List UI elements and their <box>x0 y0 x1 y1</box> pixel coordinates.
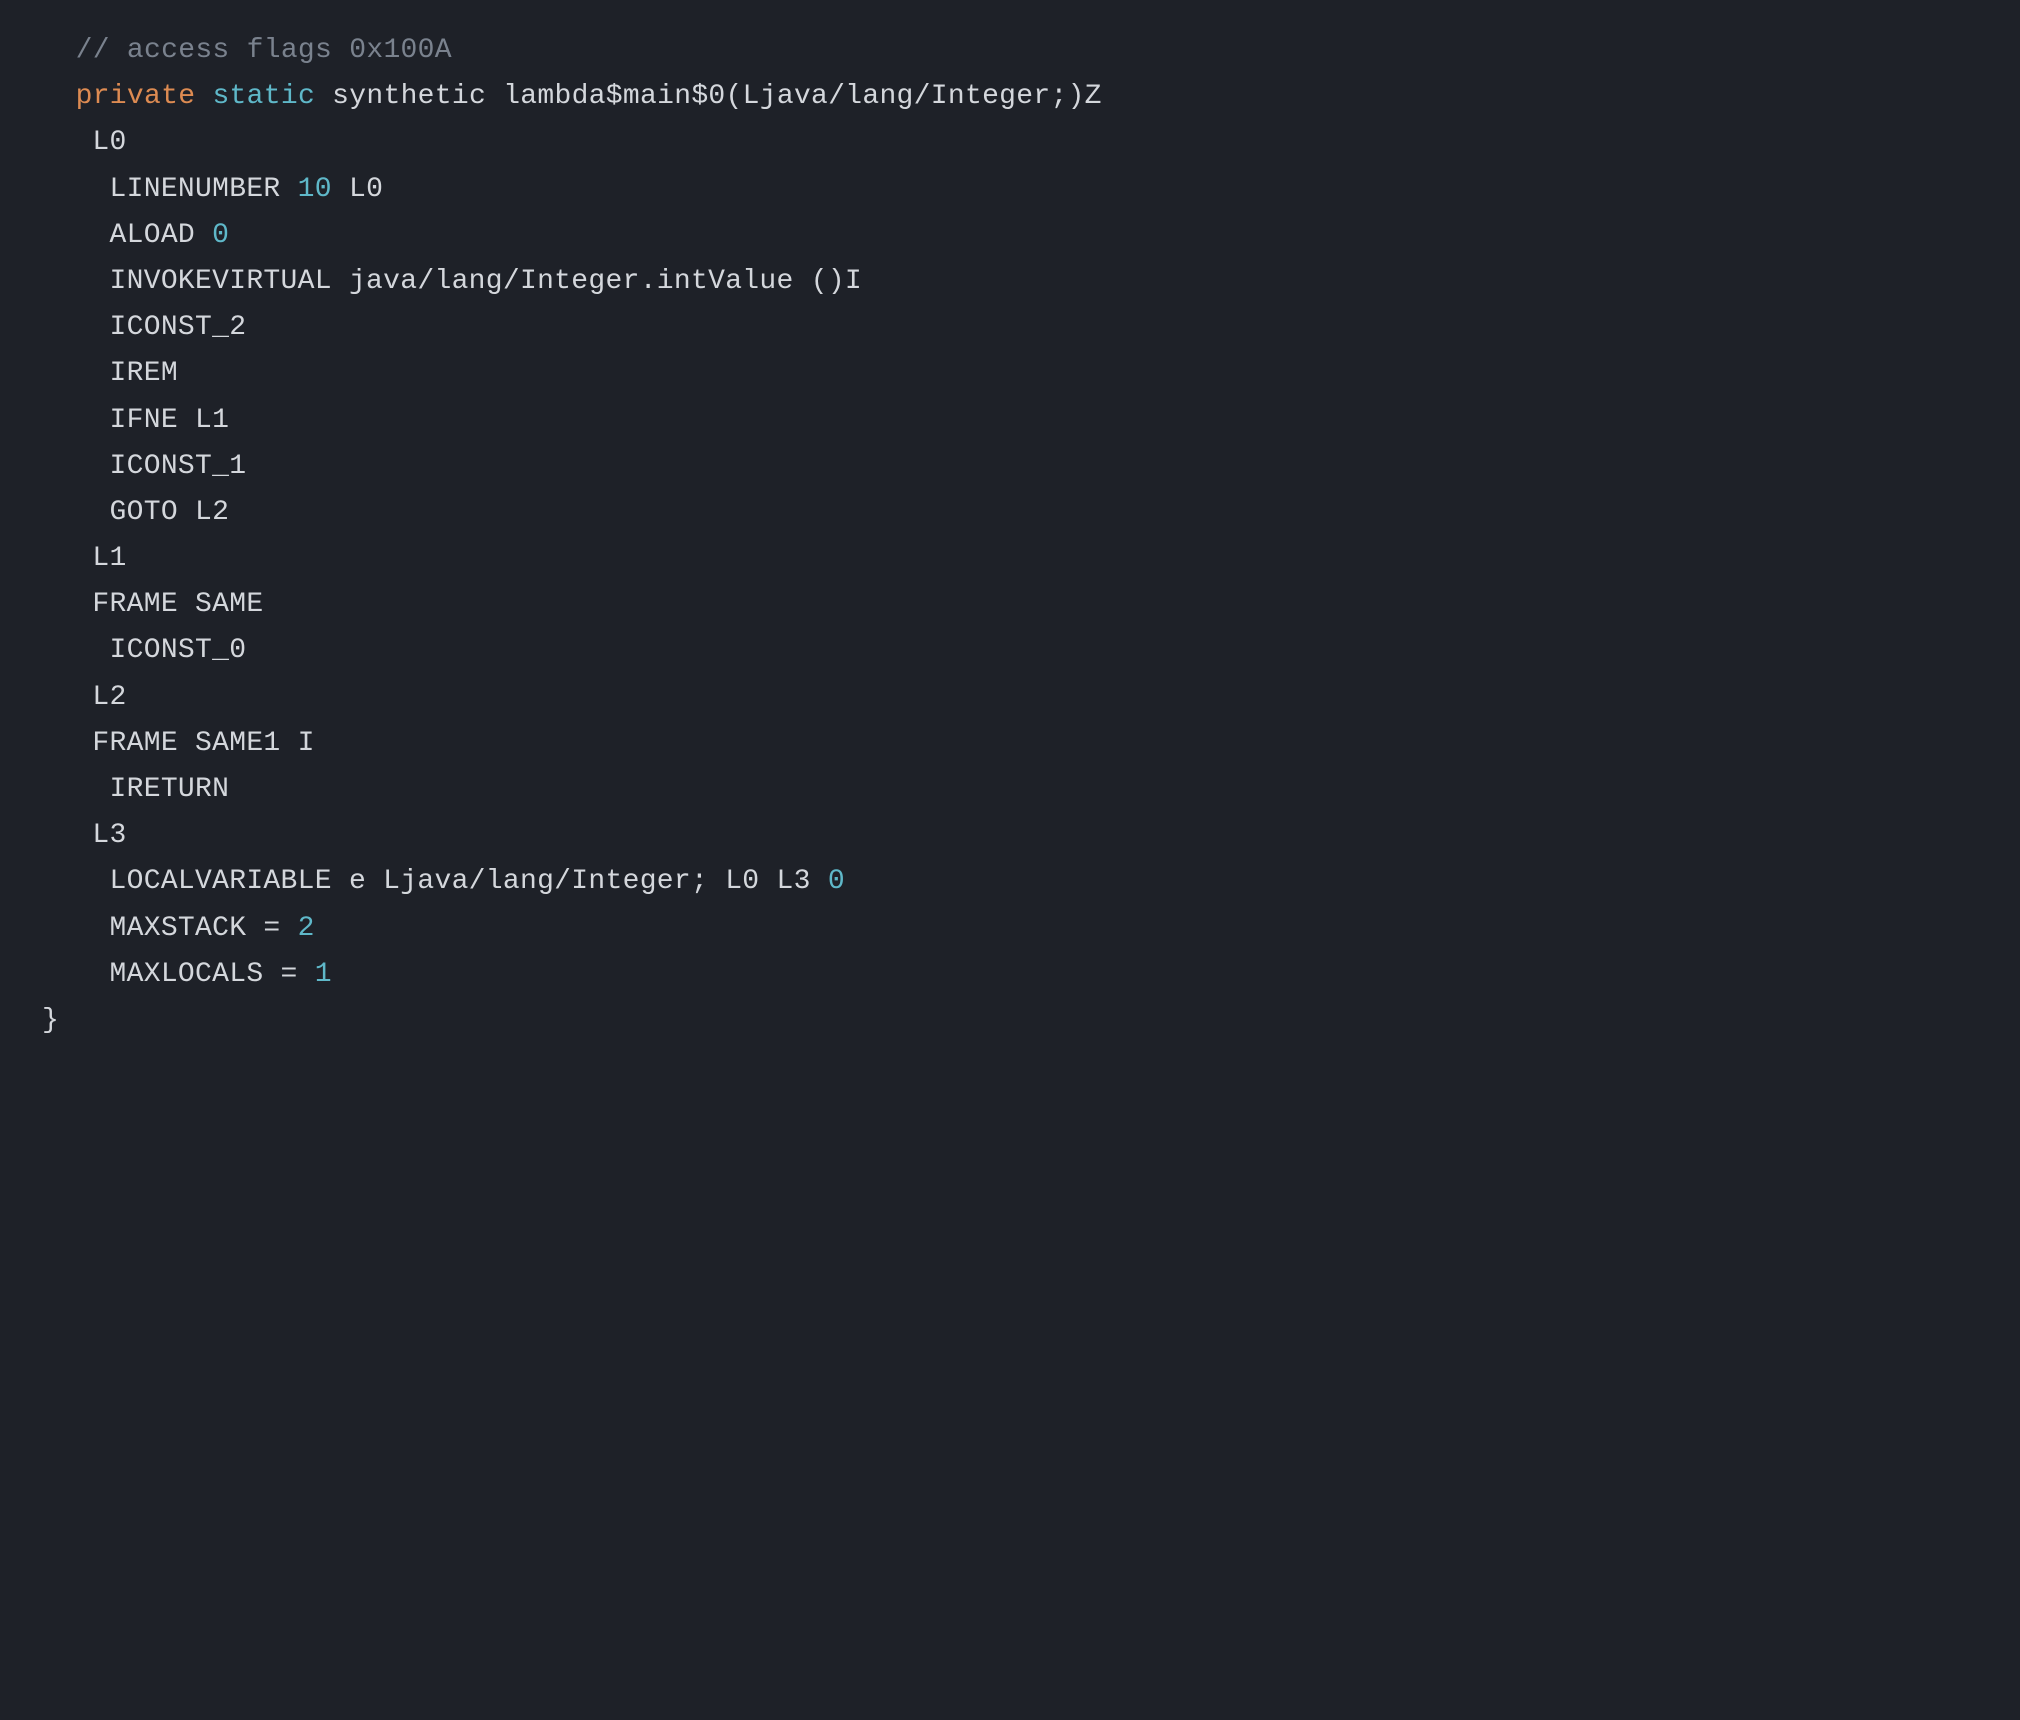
code-line: INVOKEVIRTUAL java/lang/Integer.intValue… <box>42 259 1978 305</box>
code-line: L3 <box>42 813 1978 859</box>
code-token: private <box>76 81 196 112</box>
code-line: ICONST_1 <box>42 444 1978 490</box>
code-line: L2 <box>42 675 1978 721</box>
code-token: 0 <box>828 866 845 897</box>
code-line: MAXLOCALS = 1 <box>42 952 1978 998</box>
code-token: ICONST_0 <box>92 635 246 666</box>
code-token: L0 <box>332 174 383 205</box>
code-line: LOCALVARIABLE e Ljava/lang/Integer; L0 L… <box>42 859 1978 905</box>
code-line: MAXSTACK = 2 <box>42 906 1978 952</box>
code-token: FRAME SAME1 I <box>92 728 314 759</box>
code-token: LINENUMBER <box>92 174 297 205</box>
code-token: IRETURN <box>92 774 229 805</box>
code-line: // access flags 0x100A <box>42 28 1978 74</box>
code-token: 10 <box>298 174 332 205</box>
code-token: L1 <box>92 543 126 574</box>
code-line: GOTO L2 <box>42 490 1978 536</box>
code-token: GOTO L2 <box>92 497 229 528</box>
code-token: 2 <box>298 913 315 944</box>
code-token <box>195 81 212 112</box>
code-line: LINENUMBER 10 L0 <box>42 167 1978 213</box>
code-line: IREM <box>42 351 1978 397</box>
code-line: IRETURN <box>42 767 1978 813</box>
code-token: L0 <box>92 127 126 158</box>
code-line: ICONST_2 <box>42 305 1978 351</box>
code-token: 1 <box>315 959 332 990</box>
code-token: static <box>212 81 315 112</box>
code-line: L1 <box>42 536 1978 582</box>
bytecode-block: // access flags 0x100A private static syn… <box>42 28 1978 1044</box>
code-token: } <box>42 1005 59 1036</box>
code-token: IREM <box>92 358 178 389</box>
code-token: // access flags 0x100A <box>76 35 452 66</box>
code-token: L2 <box>92 682 126 713</box>
code-token: IFNE L1 <box>92 405 229 436</box>
code-line: FRAME SAME1 I <box>42 721 1978 767</box>
code-token: MAXSTACK = <box>92 913 297 944</box>
code-line: FRAME SAME <box>42 582 1978 628</box>
code-token: ICONST_1 <box>92 451 246 482</box>
code-token: L3 <box>92 820 126 851</box>
code-token: synthetic lambda$main$0(Ljava/lang/Integ… <box>315 81 1102 112</box>
code-token: MAXLOCALS = <box>92 959 314 990</box>
code-token: ICONST_2 <box>92 312 246 343</box>
code-token: LOCALVARIABLE e Ljava/lang/Integer; L0 L… <box>92 866 827 897</box>
code-token: ALOAD <box>92 220 212 251</box>
code-line: IFNE L1 <box>42 398 1978 444</box>
code-line: ALOAD 0 <box>42 213 1978 259</box>
code-token: 0 <box>212 220 229 251</box>
code-line: private static synthetic lambda$main$0(L… <box>42 74 1978 120</box>
code-line: } <box>42 998 1978 1044</box>
code-token: FRAME SAME <box>92 589 263 620</box>
code-line: L0 <box>42 120 1978 166</box>
code-token: INVOKEVIRTUAL java/lang/Integer.intValue… <box>92 266 862 297</box>
code-line: ICONST_0 <box>42 628 1978 674</box>
